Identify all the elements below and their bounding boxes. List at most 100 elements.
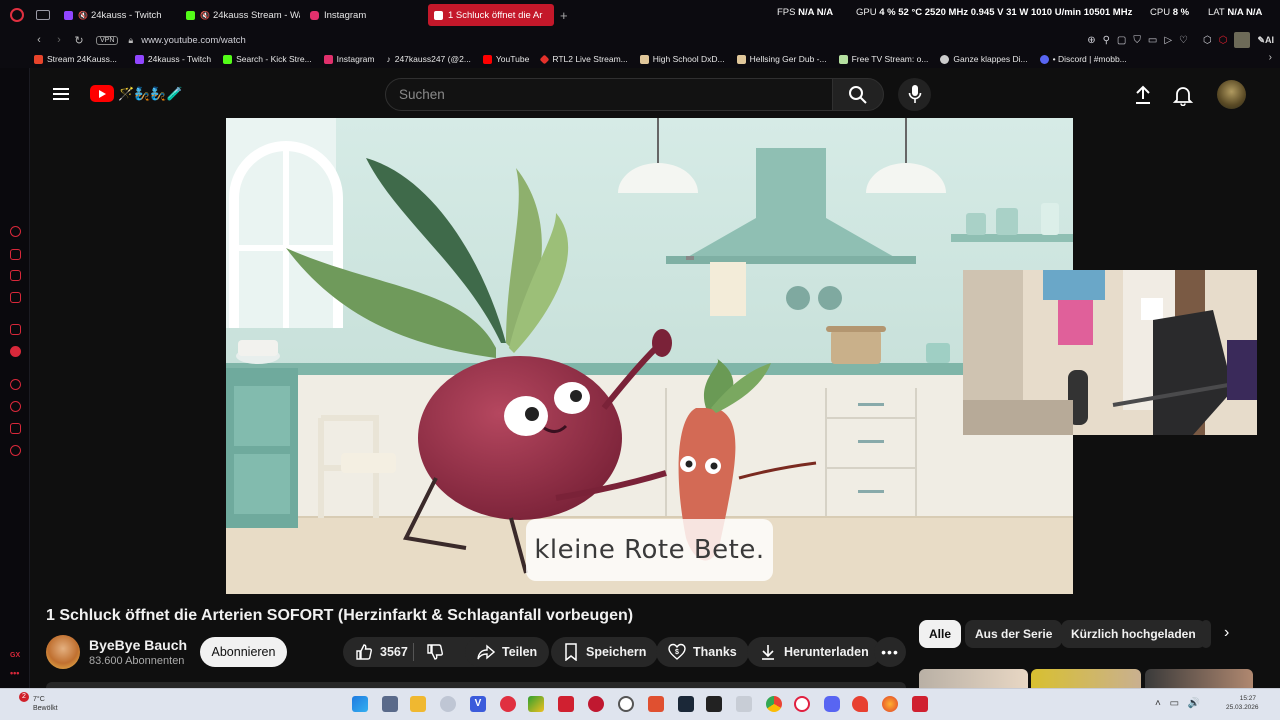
system-tray[interactable]: ˄ ▭ 🔊 <box>1155 698 1203 709</box>
thanks-button[interactable]: $ Thanks <box>656 637 749 667</box>
chevron-right-icon[interactable]: › <box>1269 52 1272 63</box>
chip-all[interactable]: Alle <box>919 620 962 648</box>
bookmark-item[interactable]: YouTube <box>482 54 529 64</box>
sidebar-extensions-icon[interactable] <box>10 423 21 434</box>
heart-icon[interactable]: ♡ <box>1179 35 1188 46</box>
sidebar-gx-badge[interactable]: GX <box>10 652 20 659</box>
windows-start-icon[interactable] <box>352 696 368 712</box>
notifications-bell-icon[interactable] <box>1172 84 1194 106</box>
thumbs-down-icon[interactable] <box>426 643 444 661</box>
subscribe-button[interactable]: Abonnieren <box>200 637 287 667</box>
bookmark-item[interactable]: RTL2 Live Stream... <box>539 54 628 64</box>
video-player[interactable]: kleine Rote Bete. <box>226 118 1073 594</box>
chip-partial[interactable] <box>1201 620 1211 648</box>
discord-icon[interactable] <box>824 696 840 712</box>
opera-gx-icon[interactable] <box>794 696 810 712</box>
cast-icon[interactable]: ▭ <box>1148 35 1157 46</box>
recommended-thumbnail[interactable] <box>1145 669 1253 688</box>
upload-icon[interactable] <box>1132 84 1154 106</box>
chip-series[interactable]: Aus der Serie <box>965 620 1063 648</box>
sidebar-history-icon[interactable] <box>10 401 21 412</box>
bookmark-item[interactable]: Hellsing Ger Dub -... <box>736 54 827 64</box>
bookmark-item[interactable]: ♪ 247kauss247 (@2... <box>386 54 470 64</box>
bookmark-item[interactable]: 24kauss - Twitch <box>134 54 211 64</box>
snapshot-icon[interactable]: ▢ <box>1117 35 1126 46</box>
youtube-logo-icon[interactable] <box>90 85 114 102</box>
recommended-thumbnail[interactable] <box>919 669 1028 688</box>
tab-kick[interactable]: 🔇 24kauss Stream - Wa <box>180 4 300 26</box>
chip-recently-uploaded[interactable]: Kürzlich hochgeladen <box>1061 620 1206 648</box>
extensions-icon[interactable]: ⬡ <box>1203 35 1212 46</box>
bookmark-favicon-icon <box>134 54 144 64</box>
orange-app-icon[interactable] <box>648 696 664 712</box>
play-icon[interactable]: ▷ <box>1164 35 1172 46</box>
recommended-thumbnail[interactable] <box>1031 669 1141 688</box>
chrome-icon[interactable] <box>766 696 782 712</box>
more-actions-button[interactable]: ••• <box>874 637 906 667</box>
forward-icon[interactable]: › <box>50 34 68 46</box>
bookmark-item[interactable]: Instagram <box>323 54 374 64</box>
voice-search-button[interactable] <box>898 78 931 111</box>
bookmark-item[interactable]: Ganze klappes Di... <box>940 54 1028 64</box>
bookmark-item[interactable]: Stream 24Kauss... <box>34 54 117 64</box>
bookmark-item[interactable]: High School DxD... <box>639 54 725 64</box>
menu-icon[interactable] <box>53 88 69 100</box>
back-icon[interactable]: ‹ <box>30 34 48 46</box>
account-avatar[interactable] <box>1217 80 1246 109</box>
share-button[interactable]: Teilen <box>465 637 550 667</box>
bookmark-item[interactable]: • Discord | #mobb... <box>1039 54 1127 64</box>
mouse-app-icon[interactable] <box>440 696 456 712</box>
red-app-icon[interactable] <box>500 696 516 712</box>
sidebar-music-icon[interactable] <box>10 292 21 303</box>
sidebar-twitch-icon[interactable] <box>10 324 21 335</box>
file-explorer-icon[interactable] <box>410 696 426 712</box>
channel-name[interactable]: ByeBye Bauch <box>89 637 187 653</box>
shield-icon[interactable]: ⛉ <box>1133 35 1141 46</box>
sidebar-player-icon[interactable] <box>10 379 21 390</box>
tab-youtube-active[interactable]: 1 Schluck öffnet die Ar <box>428 4 554 26</box>
red-square-app-icon[interactable] <box>558 696 574 712</box>
zoom-icon[interactable]: ⊕ <box>1087 35 1095 46</box>
sidebar-gx-cleaner-icon[interactable] <box>10 270 21 281</box>
reload-icon[interactable]: ↻ <box>70 34 88 47</box>
firefox-icon[interactable] <box>882 696 898 712</box>
sidebar-more-icon[interactable]: ••• <box>10 668 19 678</box>
save-button[interactable]: Speichern <box>551 637 659 667</box>
network-app-icon[interactable] <box>736 696 752 712</box>
sidebar-messenger-icon[interactable] <box>10 346 21 357</box>
steam-icon[interactable] <box>678 696 694 712</box>
calculator-icon[interactable] <box>382 696 398 712</box>
pinned-app-icon[interactable] <box>912 696 928 712</box>
tab-islands-icon[interactable] <box>36 10 50 20</box>
pin-icon[interactable]: ⚲ <box>1103 35 1110 46</box>
chevron-right-icon[interactable]: › <box>1224 624 1229 642</box>
media-app-icon[interactable] <box>706 696 722 712</box>
profile-icon[interactable] <box>1234 32 1251 48</box>
taskbar-clock[interactable]: 15:27 25.03.2026 <box>1226 694 1259 712</box>
vpn-badge[interactable]: VPN <box>96 35 119 45</box>
new-tab-icon[interactable]: + <box>560 8 568 23</box>
aria-ai-button[interactable]: ✎AI <box>1257 35 1274 46</box>
red-circle-app-icon[interactable] <box>588 696 604 712</box>
extension-red-icon[interactable]: ⬡ <box>1219 35 1228 46</box>
url-field[interactable]: www.youtube.com/watch <box>141 35 246 46</box>
sidebar-settings-icon[interactable] <box>10 445 21 456</box>
logo-doodle[interactable]: 🪄🧞🧞🧪 <box>118 86 183 102</box>
channel-avatar[interactable] <box>46 635 80 669</box>
layers-app-icon[interactable] <box>528 696 544 712</box>
tab-twitch[interactable]: 🔇 24kauss - Twitch <box>58 4 176 26</box>
lock-icon[interactable]: 🔒︎ <box>128 35 133 46</box>
download-button[interactable]: Herunterladen <box>747 637 881 667</box>
bookmark-item[interactable]: Search - Kick Stre... <box>223 54 312 64</box>
search-button[interactable] <box>832 78 884 111</box>
brave-app-icon[interactable] <box>852 696 868 712</box>
sidebar-gx-control-icon[interactable] <box>10 249 21 260</box>
vpn-app-icon[interactable]: V <box>470 696 486 712</box>
like-button[interactable]: 3567 <box>355 643 408 661</box>
opera-logo-icon[interactable] <box>10 8 24 22</box>
tab-instagram[interactable]: Instagram <box>304 4 424 26</box>
target-app-icon[interactable] <box>618 696 634 712</box>
search-input[interactable] <box>385 78 833 111</box>
bookmark-item[interactable]: Free TV Stream: o... <box>838 54 928 64</box>
sidebar-home-icon[interactable] <box>10 226 21 237</box>
